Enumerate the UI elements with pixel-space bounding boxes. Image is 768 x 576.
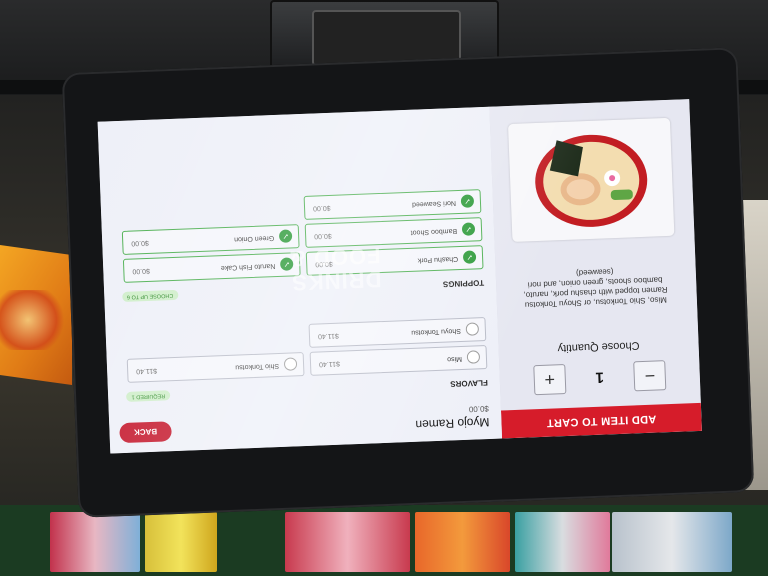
back-label: BACK [133, 427, 158, 438]
option-price: $0.00 [312, 203, 331, 212]
shelf-products-6 [612, 512, 732, 572]
menu-sign-food [0, 290, 70, 350]
item-title: Myojo Ramen [415, 414, 490, 432]
option-label: Green Onion [233, 234, 275, 243]
shelf-products-3 [285, 512, 410, 572]
shelf-products-4 [415, 512, 510, 572]
topping-option-green-onion[interactable]: ✓ Green Onion $0.00 [121, 224, 300, 255]
radio-circle [466, 350, 481, 364]
topping-option-nori-seaweed[interactable]: ✓ Nori Seaweed $0.00 [303, 189, 482, 220]
topping-option-naruto-fish-cake[interactable]: ✓ Naruto Fish Cake $0.00 [122, 252, 301, 283]
option-price: $11.40 [136, 366, 158, 375]
option-label: Nori Seaweed [411, 199, 457, 208]
quantity-label: Choose Quantity [557, 339, 640, 355]
toppings-title: TOPPINGS [442, 278, 485, 289]
photo-scene: ADD ITEM TO CART − 1 + Choose Quantity M… [0, 0, 768, 576]
item-description: Miso, Shio Tonkotsu, or Shoyu Tonkotsu R… [523, 267, 668, 310]
option-label: Miso [447, 354, 463, 363]
option-price: $0.00 [131, 238, 149, 247]
shelf-products-5 [515, 512, 610, 572]
flavor-option-shoyu-tonkotsu[interactable]: Shoyu Tonkotsu $11.40 [308, 317, 487, 348]
option-price: $0.00 [315, 259, 333, 268]
kiosk-screen: ADD ITEM TO CART − 1 + Choose Quantity M… [97, 99, 702, 454]
flavors-required-badge: REQUIRED 1 [126, 390, 171, 402]
option-label: Chashu Pork [417, 255, 459, 264]
topping-option-bamboo-shoot[interactable]: ✓ Bamboo Shoot $0.00 [304, 217, 483, 248]
back-button[interactable]: BACK [119, 421, 172, 444]
radio-circle [283, 357, 298, 371]
item-detail-panel: ADD ITEM TO CART − 1 + Choose Quantity M… [488, 99, 702, 439]
option-price: $11.40 [318, 359, 341, 368]
food-image-card [507, 117, 675, 242]
shelf-products-2 [145, 512, 217, 572]
option-label: Shoyu Tonkotsu [411, 327, 462, 336]
option-price: $0.00 [132, 266, 151, 275]
check-icon: ✓ [460, 194, 475, 208]
radio-circle [465, 322, 480, 336]
options-panel: Myojo Ramen $0.00 BACK FLAVORS REQUIRED … [97, 106, 503, 454]
kiosk-screen-content: ADD ITEM TO CART − 1 + Choose Quantity M… [97, 99, 702, 454]
toppings-choose-badge: CHOOSE UP TO 6 [121, 289, 179, 302]
kiosk-tablet: ADD ITEM TO CART − 1 + Choose Quantity M… [61, 47, 755, 518]
check-icon: ✓ [461, 222, 476, 236]
option-price: $11.40 [317, 331, 339, 340]
mount-bracket [312, 10, 461, 66]
flavor-option-miso[interactable]: Miso $11.40 [309, 345, 488, 376]
ramen-bowl-image [535, 134, 648, 227]
check-icon: ✓ [278, 229, 293, 243]
option-label: Bamboo Shoot [410, 227, 458, 236]
add-to-cart-label: ADD ITEM TO CART [546, 412, 657, 429]
check-icon: ✓ [279, 257, 294, 271]
add-to-cart-button[interactable]: ADD ITEM TO CART [500, 402, 702, 439]
shelf-products-1 [50, 512, 140, 572]
quantity-value: 1 [595, 369, 605, 387]
flavors-title: FLAVORS [450, 378, 489, 389]
option-label: Shio Tonkotsu [235, 362, 280, 371]
topping-option-chashu-pork[interactable]: ✓ Chashu Pork $0.00 [305, 245, 484, 276]
item-price: $0.00 [468, 403, 490, 414]
quantity-stepper: − 1 + [499, 357, 700, 399]
decrease-quantity-button[interactable]: − [633, 360, 667, 392]
increase-quantity-button[interactable]: + [533, 364, 567, 396]
option-price: $0.00 [314, 231, 332, 240]
check-icon: ✓ [462, 250, 477, 264]
option-label: Naruto Fish Cake [220, 262, 276, 272]
flavor-option-shio-tonkotsu[interactable]: Shio Tonkotsu $11.40 [126, 352, 305, 383]
